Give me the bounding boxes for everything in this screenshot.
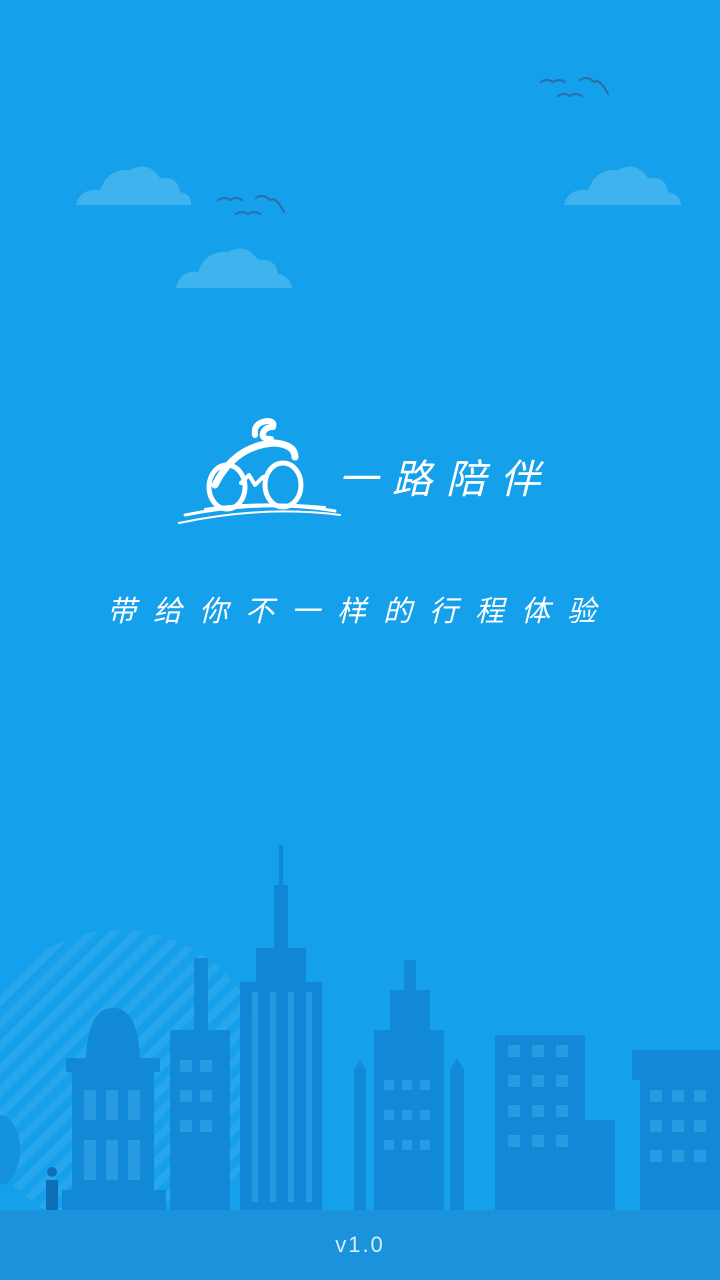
bird-icon [217,194,285,216]
splash-screen: { "app": { "name": "一路陪伴", "slogan": "带给… [0,0,720,1280]
bird-icon [540,76,609,98]
app-name: 一路陪伴 [338,457,554,503]
cloud-icon [76,166,192,205]
app-slogan: 带给你不一样的行程体验 [106,594,613,628]
cloud-icon [176,248,292,288]
cloud-icon [564,166,681,205]
city-skyline-illustration [0,845,720,1280]
version-label: v1.0 [335,1232,385,1257]
